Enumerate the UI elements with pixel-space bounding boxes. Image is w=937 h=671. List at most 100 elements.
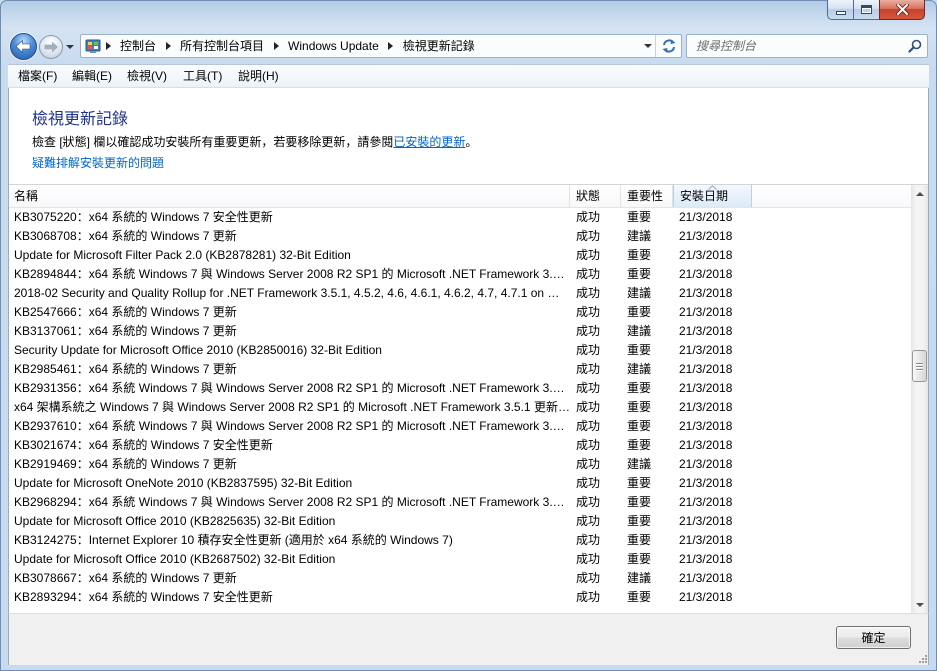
table-row[interactable]: KB3068708：x64 系統的 Windows 7 更新 成功 建議 21/3/2…: [9, 227, 911, 246]
table-row[interactable]: KB3124275：Internet Explorer 10 積存安全性更新 (…: [9, 531, 911, 550]
refresh-button[interactable]: [655, 35, 681, 57]
resize-grip-icon[interactable]: [917, 653, 927, 663]
cell-importance: 建議: [627, 571, 652, 585]
menu-edit[interactable]: 編輯(E): [66, 67, 118, 86]
table-row[interactable]: KB3137061：x64 系統的 Windows 7 更新 成功 建議 21/3/2…: [9, 322, 911, 341]
cell-installed-on: 21/3/2018: [679, 457, 733, 471]
breadcrumb-current-page[interactable]: 檢視更新記錄: [403, 35, 475, 57]
breadcrumb-separator[interactable]: [156, 35, 180, 57]
cell-name: x64 架構系統之 Windows 7 與 Windows Server 200…: [14, 400, 570, 414]
cell-importance: 建議: [627, 362, 652, 376]
cell-installed-on: 21/3/2018: [679, 533, 733, 547]
breadcrumb-separator[interactable]: [96, 35, 120, 57]
column-header-installed-on[interactable]: 安裝日期: [673, 185, 752, 207]
chevron-down-icon: [66, 45, 74, 49]
cell-status: 成功: [576, 286, 601, 300]
maximize-button[interactable]: [853, 0, 879, 20]
table-row[interactable]: Update for Microsoft Office 2010 (KB2825…: [9, 512, 911, 531]
scroll-up-button[interactable]: [911, 185, 928, 202]
vertical-scrollbar[interactable]: [911, 185, 928, 613]
caption-buttons: [827, 0, 925, 20]
table-row[interactable]: KB2893294：x64 系統的 Windows 7 安全性更新 成功 重要 21/…: [9, 588, 911, 607]
breadcrumb-windows-update[interactable]: Windows Update: [288, 35, 379, 57]
scroll-down-icon: [915, 602, 924, 607]
cell-status: 成功: [576, 248, 601, 262]
breadcrumb-separator[interactable]: [379, 35, 403, 57]
cell-importance: 重要: [627, 267, 652, 281]
column-header-importance[interactable]: 重要性: [621, 185, 673, 207]
table-row[interactable]: KB2919469：x64 系統的 Windows 7 更新 成功 建議 21/3/2…: [9, 455, 911, 474]
close-button[interactable]: [879, 0, 925, 20]
ok-button[interactable]: 確定: [836, 626, 911, 649]
cell-importance: 重要: [627, 248, 652, 262]
menu-view[interactable]: 檢視(V): [121, 67, 173, 86]
column-header-name[interactable]: 名稱: [9, 185, 570, 207]
cell-importance: 重要: [627, 343, 652, 357]
cell-installed-on: 21/3/2018: [679, 571, 733, 585]
cell-name: Update for Microsoft OneNote 2010 (KB283…: [14, 476, 353, 490]
search-input[interactable]: [687, 35, 901, 57]
menu-help[interactable]: 說明(H): [232, 67, 285, 86]
table-row[interactable]: KB2968294：x64 系統 Windows 7 與 Windows Ser…: [9, 493, 911, 512]
cell-name: Update for Microsoft Filter Pack 2.0 (KB…: [14, 248, 351, 262]
search-box: [686, 34, 928, 58]
back-button[interactable]: [10, 33, 37, 60]
breadcrumb: 控制台 所有控制台項目 Windows Update 檢視更新記錄: [96, 35, 475, 57]
forward-button[interactable]: [39, 35, 63, 59]
scroll-down-button[interactable]: [911, 596, 928, 613]
cell-importance: 重要: [627, 438, 652, 452]
column-header-status[interactable]: 狀態: [570, 185, 621, 207]
table-row[interactable]: x64 架構系統之 Windows 7 與 Windows Server 200…: [9, 398, 911, 417]
cell-name: KB2893294：x64 系統的 Windows 7 安全性更新: [14, 590, 273, 604]
cell-installed-on: 21/3/2018: [679, 229, 733, 243]
cell-importance: 重要: [627, 590, 652, 604]
table-row[interactable]: Update for Microsoft Office 2010 (KB2687…: [9, 550, 911, 569]
address-bar[interactable]: 控制台 所有控制台項目 Windows Update 檢視更新記錄: [80, 34, 682, 58]
recent-pages-button[interactable]: [64, 40, 76, 54]
search-icon[interactable]: [908, 39, 922, 53]
cell-importance: 重要: [627, 381, 652, 395]
cell-status: 成功: [576, 324, 601, 338]
cell-installed-on: 21/3/2018: [679, 438, 733, 452]
cell-name: Update for Microsoft Office 2010 (KB2687…: [14, 552, 336, 566]
cell-name: KB2547666：x64 系統的 Windows 7 更新: [14, 305, 237, 319]
table-row[interactable]: KB2547666：x64 系統的 Windows 7 更新 成功 重要 21/3/2…: [9, 303, 911, 322]
cell-status: 成功: [576, 267, 601, 281]
cell-importance: 建議: [627, 324, 652, 338]
table-row[interactable]: KB2894844：x64 系統 Windows 7 與 Windows Ser…: [9, 265, 911, 284]
cell-name: KB3124275：Internet Explorer 10 積存安全性更新 (…: [14, 533, 453, 547]
minimize-button[interactable]: [827, 0, 853, 20]
cell-importance: 建議: [627, 286, 652, 300]
table-row[interactable]: Update for Microsoft Filter Pack 2.0 (KB…: [9, 246, 911, 265]
address-history-button[interactable]: [642, 35, 654, 57]
table-row[interactable]: Security Update for Microsoft Office 201…: [9, 341, 911, 360]
cell-installed-on: 21/3/2018: [679, 343, 733, 357]
sort-up-icon: [708, 185, 717, 190]
table-row[interactable]: KB3075220：x64 系統的 Windows 7 安全性更新 成功 重要 21/…: [9, 208, 911, 227]
cell-status: 成功: [576, 210, 601, 224]
table-row[interactable]: KB2985461：x64 系統的 Windows 7 更新 成功 建議 21/3/2…: [9, 360, 911, 379]
scrollbar-thumb[interactable]: [912, 350, 927, 382]
breadcrumb-control-panel[interactable]: 控制台: [120, 35, 156, 57]
menu-file[interactable]: 檔案(F): [12, 67, 63, 86]
table-row[interactable]: KB3078667：x64 系統的 Windows 7 更新 成功 建議 21/3/2…: [9, 569, 911, 588]
table-row[interactable]: 2018-02 Security and Quality Rollup for …: [9, 284, 911, 303]
installed-updates-link[interactable]: 已安裝的更新: [393, 135, 465, 149]
minimize-icon: [835, 11, 846, 15]
table-row[interactable]: KB2937610：x64 系統 Windows 7 與 Windows Ser…: [9, 417, 911, 436]
breadcrumb-separator[interactable]: [264, 35, 288, 57]
description-end: 。: [465, 135, 478, 149]
table-row[interactable]: KB2931356：x64 系統 Windows 7 與 Windows Ser…: [9, 379, 911, 398]
troubleshoot-link[interactable]: 疑難排解安裝更新的問題: [32, 154, 164, 171]
menu-tools[interactable]: 工具(T): [177, 67, 228, 86]
cell-installed-on: 21/3/2018: [679, 267, 733, 281]
cell-name: KB3078667：x64 系統的 Windows 7 更新: [14, 571, 237, 585]
breadcrumb-all-items[interactable]: 所有控制台項目: [180, 35, 264, 57]
table-row[interactable]: Update for Microsoft OneNote 2010 (KB283…: [9, 474, 911, 493]
cell-status: 成功: [576, 514, 601, 528]
dialog-footer: 確定: [8, 613, 929, 665]
cell-status: 成功: [576, 495, 601, 509]
page-title: 檢視更新記錄: [32, 111, 129, 128]
cell-installed-on: 21/3/2018: [679, 590, 733, 604]
table-row[interactable]: KB3021674：x64 系統的 Windows 7 安全性更新 成功 重要 21/…: [9, 436, 911, 455]
